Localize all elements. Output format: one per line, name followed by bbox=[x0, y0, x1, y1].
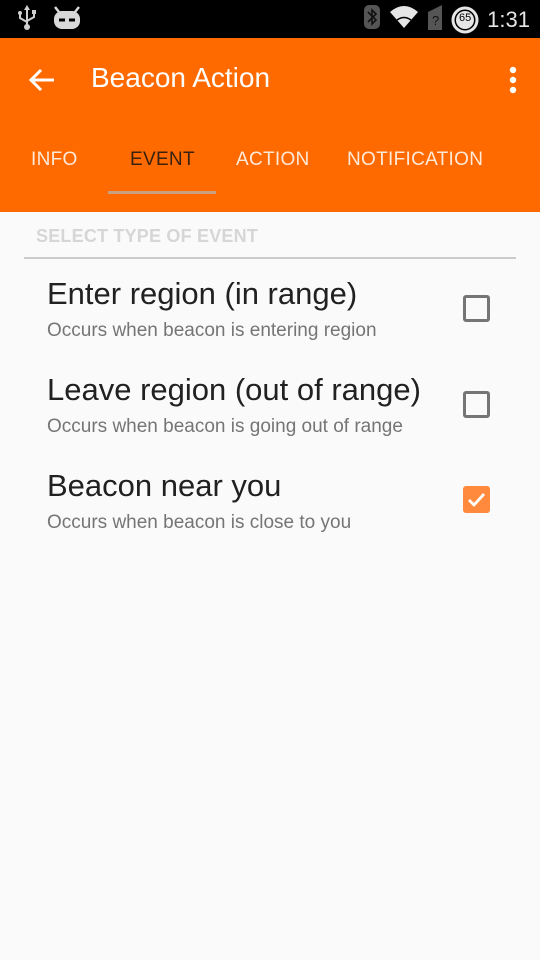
battery-level: 65 bbox=[459, 11, 472, 24]
beacon-near-checkbox[interactable] bbox=[463, 486, 490, 513]
tab-event[interactable]: EVENT bbox=[130, 149, 195, 171]
option-subtitle: Occurs when beacon is going out of range bbox=[47, 416, 403, 437]
option-title: Leave region (out of range) bbox=[47, 372, 421, 407]
section-divider bbox=[24, 257, 516, 259]
clock: 1:31 bbox=[487, 6, 530, 32]
tab-info[interactable]: INFO bbox=[31, 149, 78, 171]
cyanogenmod-icon bbox=[52, 5, 82, 36]
app-bar: Beacon Action bbox=[0, 38, 540, 122]
option-title: Beacon near you bbox=[47, 468, 282, 503]
event-option-leave-region[interactable]: Leave region (out of range) Occurs when … bbox=[0, 372, 540, 468]
tab-notification[interactable]: NOTIFICATION bbox=[347, 149, 483, 171]
leave-region-checkbox[interactable] bbox=[463, 391, 490, 418]
option-title: Enter region (in range) bbox=[47, 276, 358, 311]
status-bar: ? 65 1:31 bbox=[0, 0, 540, 38]
more-vert-icon bbox=[509, 66, 517, 94]
checkmark-icon bbox=[468, 493, 486, 508]
option-subtitle: Occurs when beacon is entering region bbox=[47, 320, 377, 341]
option-subtitle: Occurs when beacon is close to you bbox=[47, 512, 352, 533]
wifi-icon bbox=[389, 4, 419, 35]
no-sim-icon: ? bbox=[427, 4, 443, 35]
more-options-button[interactable] bbox=[506, 66, 520, 94]
back-button[interactable] bbox=[28, 66, 56, 94]
usb-icon bbox=[16, 5, 38, 36]
section-header: SELECT TYPE OF EVENT bbox=[36, 226, 259, 246]
active-tab-indicator bbox=[108, 191, 216, 194]
event-option-enter-region[interactable]: Enter region (in range) Occurs when beac… bbox=[0, 276, 540, 372]
tab-action[interactable]: ACTION bbox=[236, 149, 310, 171]
event-option-beacon-near[interactable]: Beacon near you Occurs when beacon is cl… bbox=[0, 468, 540, 564]
battery-icon: 65 bbox=[451, 6, 479, 34]
enter-region-checkbox[interactable] bbox=[463, 295, 490, 322]
svg-text:?: ? bbox=[432, 13, 439, 28]
arrow-back-icon bbox=[28, 68, 54, 92]
page-title: Beacon Action bbox=[91, 62, 271, 93]
tab-bar: INFO EVENT ACTION NOTIFICATION bbox=[0, 122, 540, 212]
bluetooth-icon bbox=[363, 4, 381, 35]
